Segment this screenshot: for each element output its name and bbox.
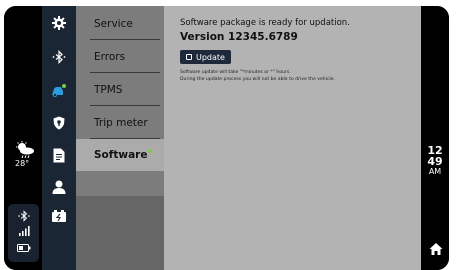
battery-charging-icon[interactable] bbox=[51, 208, 67, 224]
infotainment-screen: 28° Service Errors TPMS Trip meter Softw… bbox=[4, 6, 449, 270]
car-diagnostic-icon[interactable] bbox=[51, 82, 67, 98]
menu-item-label: Errors bbox=[94, 51, 126, 63]
update-warning-note: During the update process you will not b… bbox=[180, 77, 336, 82]
signal-icon bbox=[19, 226, 30, 236]
menu-item-service[interactable]: Service bbox=[76, 8, 164, 40]
menu-item-label: Service bbox=[94, 18, 133, 30]
connectivity-panel bbox=[8, 204, 39, 262]
bluetooth-icon[interactable] bbox=[51, 49, 67, 65]
temperature-label: 28° bbox=[15, 159, 30, 168]
menu-item-errors[interactable]: Errors bbox=[76, 41, 164, 73]
bluetooth-icon[interactable] bbox=[18, 210, 30, 222]
update-button[interactable]: Update bbox=[180, 50, 231, 64]
user-icon[interactable] bbox=[51, 179, 67, 195]
settings-menu: Service Errors TPMS Trip meter Software bbox=[76, 6, 168, 270]
update-available-dot bbox=[148, 149, 153, 153]
gear-icon[interactable] bbox=[51, 15, 67, 31]
menu-item-label: Software bbox=[94, 149, 148, 161]
right-status-bar: 12 49 AM bbox=[421, 6, 449, 270]
software-panel: Software package is ready for updation. … bbox=[164, 6, 421, 270]
battery-icon bbox=[17, 244, 31, 252]
home-icon[interactable] bbox=[429, 242, 443, 256]
document-icon[interactable] bbox=[51, 147, 67, 163]
shield-icon[interactable] bbox=[51, 115, 67, 131]
update-message: Software package is ready for updation. bbox=[180, 18, 350, 28]
menu-empty-area bbox=[76, 196, 164, 270]
checkbox-square-icon bbox=[186, 54, 192, 60]
menu-item-label: Trip meter bbox=[94, 117, 148, 129]
icon-nav bbox=[42, 6, 76, 270]
update-button-label: Update bbox=[196, 52, 225, 62]
cloud-sun-rain-icon bbox=[16, 141, 34, 159]
menu-item-tpms[interactable]: TPMS bbox=[76, 74, 164, 106]
menu-item-software[interactable]: Software bbox=[76, 139, 168, 171]
menu-item-trip-meter[interactable]: Trip meter bbox=[76, 107, 164, 139]
left-status-bar: 28° bbox=[4, 6, 42, 270]
update-duration-note: Software update will take "*minutes or *… bbox=[180, 70, 291, 75]
clock-ampm: AM bbox=[428, 167, 442, 176]
menu-item-label: TPMS bbox=[94, 84, 123, 96]
version-label: Version 12345.6789 bbox=[180, 31, 298, 43]
